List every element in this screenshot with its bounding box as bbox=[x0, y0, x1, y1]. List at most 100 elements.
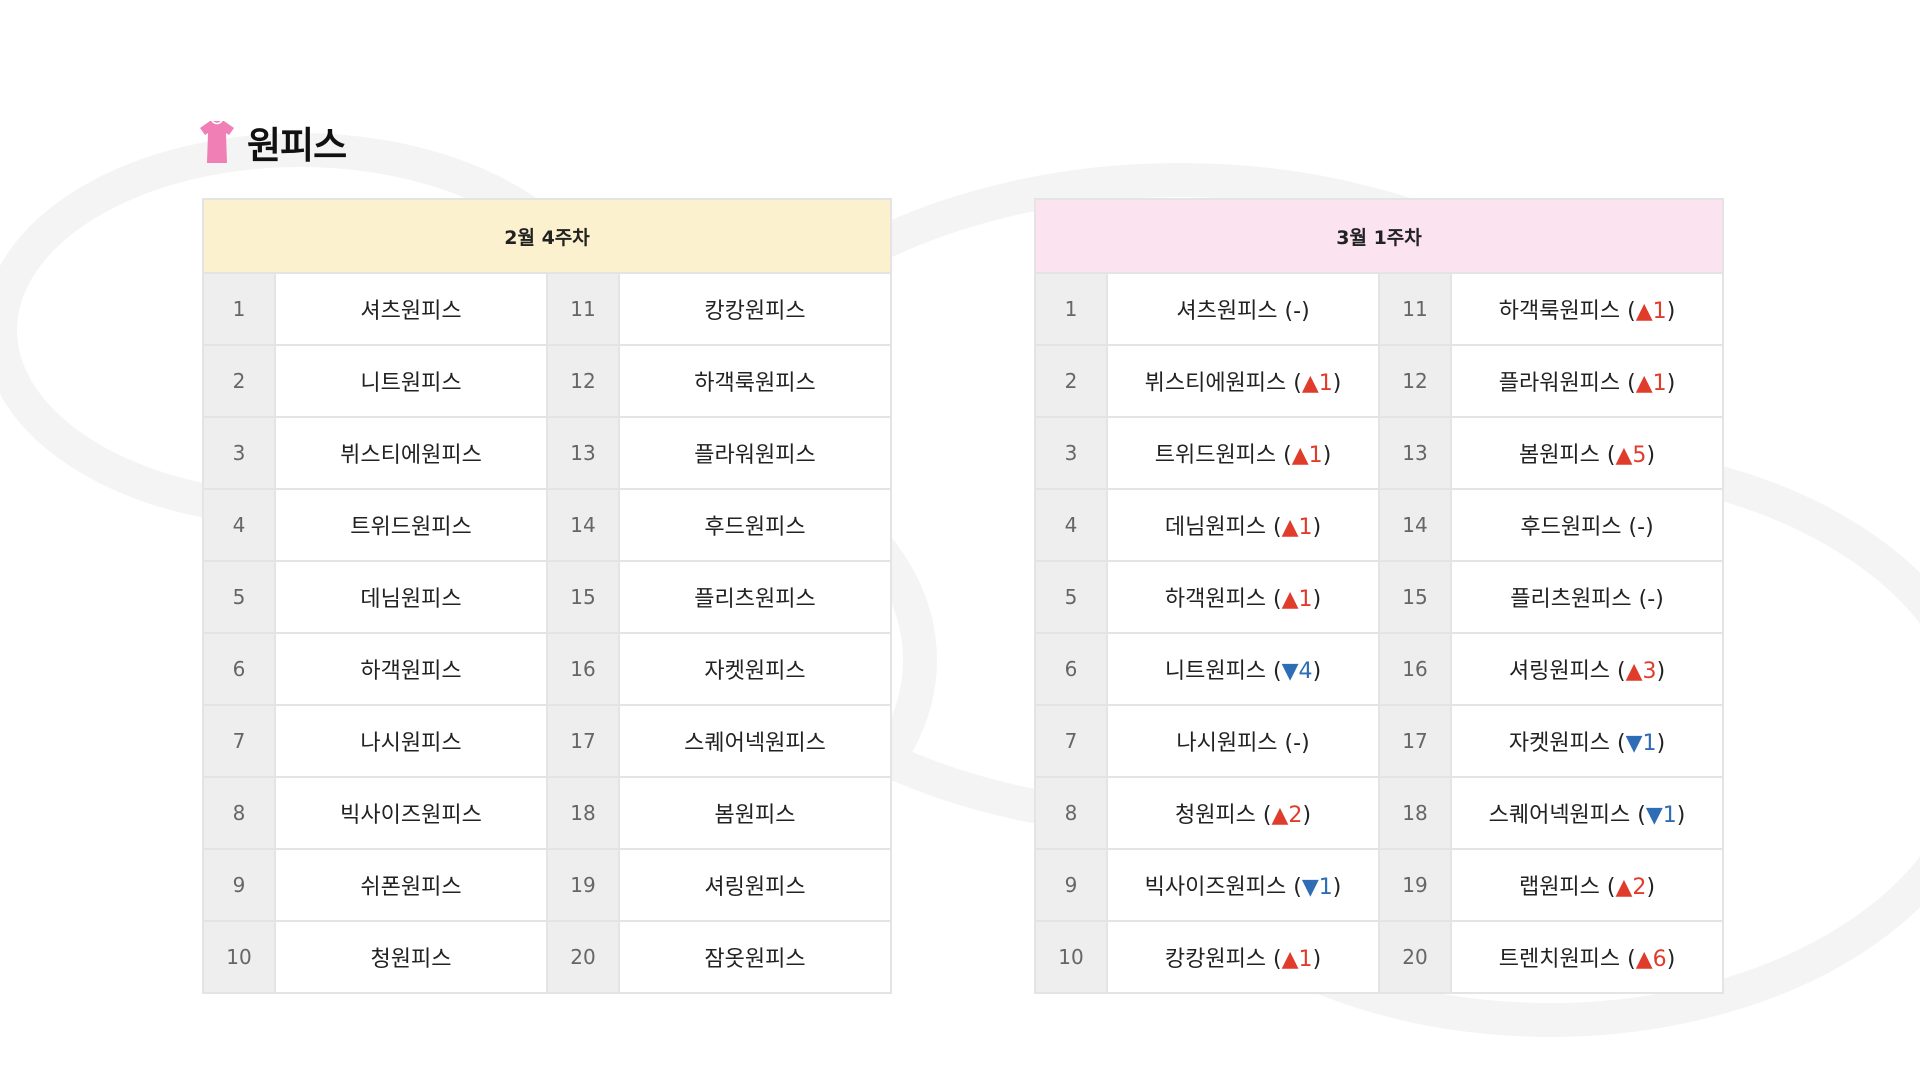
rank-number: 4 bbox=[1034, 488, 1108, 562]
rank-number: 18 bbox=[1378, 776, 1452, 850]
keyword-name: 플리츠원피스 bbox=[1510, 587, 1632, 612]
rank-change-up: ▲3 bbox=[1625, 659, 1657, 684]
rank-change-up: ▲1 bbox=[1281, 947, 1313, 972]
rank-number: 3 bbox=[1034, 416, 1108, 490]
rank-number: 1 bbox=[202, 272, 276, 346]
rank-number: 11 bbox=[1378, 272, 1452, 346]
keyword-name: 캉캉원피스 bbox=[1164, 947, 1267, 972]
keyword-cell: 셔츠원피스 (-) bbox=[1106, 272, 1380, 346]
rank-number: 12 bbox=[1378, 344, 1452, 418]
rank-change-none: (-) bbox=[1638, 587, 1664, 612]
rank-number: 7 bbox=[1034, 704, 1108, 778]
rank-number: 8 bbox=[202, 776, 276, 850]
keyword-cell: 셔링원피스 (▲3) bbox=[1450, 632, 1724, 706]
keyword-cell: 트렌치원피스 (▲6) bbox=[1450, 920, 1724, 994]
page-title: 원피스 bbox=[247, 124, 347, 167]
rank-number: 8 bbox=[1034, 776, 1108, 850]
keyword-name: 트위드원피스 bbox=[1154, 443, 1277, 468]
table-row: 6 하객원피스 16 자켓원피스 bbox=[202, 632, 892, 706]
keyword-name: 나시원피스 bbox=[274, 704, 548, 778]
rank-change-down: ▼4 bbox=[1281, 659, 1313, 684]
keyword-name: 셔츠원피스 bbox=[274, 272, 548, 346]
rank-number: 16 bbox=[1378, 632, 1452, 706]
rank-number: 16 bbox=[546, 632, 620, 706]
rank-number: 10 bbox=[202, 920, 276, 994]
keyword-cell: 빅사이즈원피스 (▼1) bbox=[1106, 848, 1380, 922]
dress-icon bbox=[200, 120, 234, 163]
rank-number: 11 bbox=[546, 272, 620, 346]
keyword-name: 플라워원피스 bbox=[1498, 371, 1621, 396]
rank-change-up: ▲1 bbox=[1635, 371, 1667, 396]
table-row: 1 셔츠원피스 11 캉캉원피스 bbox=[202, 272, 892, 346]
keyword-name: 캉캉원피스 bbox=[618, 272, 892, 346]
keyword-name: 하객룩원피스 bbox=[618, 344, 892, 418]
table-row: 10 캉캉원피스 (▲1) 20 트렌치원피스 (▲6) bbox=[1034, 920, 1724, 994]
keyword-name: 셔링원피스 bbox=[1508, 659, 1611, 684]
keyword-cell: 플라워원피스 (▲1) bbox=[1450, 344, 1724, 418]
keyword-name: 데님원피스 bbox=[274, 560, 548, 634]
rank-change-up: ▲5 bbox=[1615, 443, 1647, 468]
rank-change-down: ▼1 bbox=[1301, 875, 1333, 900]
rank-number: 13 bbox=[1378, 416, 1452, 490]
rank-number: 20 bbox=[546, 920, 620, 994]
keyword-name: 청원피스 bbox=[274, 920, 548, 994]
ranking-table-body: 1 셔츠원피스 (-) 11 하객룩원피스 (▲1) 2 뷔스티에원피스 (▲1) 12 플라… bbox=[1034, 272, 1724, 994]
table-row: 7 나시원피스 17 스퀘어넥원피스 bbox=[202, 704, 892, 778]
rank-number: 6 bbox=[202, 632, 276, 706]
keyword-name: 트위드원피스 bbox=[274, 488, 548, 562]
keyword-name: 트렌치원피스 bbox=[1498, 947, 1621, 972]
keyword-name: 뷔스티에원피스 bbox=[274, 416, 548, 490]
rank-number: 7 bbox=[202, 704, 276, 778]
rank-change-up: ▲1 bbox=[1635, 299, 1667, 324]
keyword-name: 하객룩원피스 bbox=[1498, 299, 1621, 324]
keyword-cell: 나시원피스 (-) bbox=[1106, 704, 1380, 778]
keyword-name: 랩원피스 bbox=[1518, 875, 1600, 900]
keyword-name: 빅사이즈원피스 bbox=[274, 776, 548, 850]
keyword-name: 후드원피스 bbox=[1520, 515, 1622, 540]
keyword-cell: 청원피스 (▲2) bbox=[1106, 776, 1380, 850]
table-row: 10 청원피스 20 잠옷원피스 bbox=[202, 920, 892, 994]
table-row: 6 니트원피스 (▼4) 16 셔링원피스 (▲3) bbox=[1034, 632, 1724, 706]
keyword-cell: 뷔스티에원피스 (▲1) bbox=[1106, 344, 1380, 418]
table-row: 5 데님원피스 15 플리츠원피스 bbox=[202, 560, 892, 634]
keyword-name: 자켓원피스 bbox=[618, 632, 892, 706]
rank-change-down: ▼1 bbox=[1645, 803, 1677, 828]
rank-number: 10 bbox=[1034, 920, 1108, 994]
rank-number: 17 bbox=[546, 704, 620, 778]
keyword-cell: 스퀘어넥원피스 (▼1) bbox=[1450, 776, 1724, 850]
ranking-table-week-prev: 2월 4주차 1 셔츠원피스 11 캉캉원피스 2 니트원피스 12 하객룩원피스 3 뷔스티에원… bbox=[202, 198, 892, 994]
keyword-name: 셔츠원피스 bbox=[1176, 299, 1278, 324]
keyword-name: 자켓원피스 bbox=[1508, 731, 1611, 756]
keyword-name: 잠옷원피스 bbox=[618, 920, 892, 994]
keyword-name: 봄원피스 bbox=[1518, 443, 1600, 468]
rank-number: 14 bbox=[546, 488, 620, 562]
ranking-table-week-current: 3월 1주차 1 셔츠원피스 (-) 11 하객룩원피스 (▲1) 2 뷔스티에원피스 (… bbox=[1034, 198, 1724, 994]
table-row: 8 청원피스 (▲2) 18 스퀘어넥원피스 (▼1) bbox=[1034, 776, 1724, 850]
page-title-row: 원피스 bbox=[199, 117, 347, 167]
rank-number: 17 bbox=[1378, 704, 1452, 778]
ranking-table-body: 1 셔츠원피스 11 캉캉원피스 2 니트원피스 12 하객룩원피스 3 뷔스티에원피스 13 플라워… bbox=[202, 272, 892, 994]
table-row: 3 뷔스티에원피스 13 플라워원피스 bbox=[202, 416, 892, 490]
rank-change-up: ▲1 bbox=[1281, 515, 1313, 540]
rank-change-none: (-) bbox=[1284, 731, 1310, 756]
keyword-cell: 트위드원피스 (▲1) bbox=[1106, 416, 1380, 490]
keyword-name: 니트원피스 bbox=[1164, 659, 1267, 684]
keyword-cell: 후드원피스 (-) bbox=[1450, 488, 1724, 562]
keyword-name: 봄원피스 bbox=[618, 776, 892, 850]
rank-change-none: (-) bbox=[1284, 299, 1310, 324]
rank-number: 18 bbox=[546, 776, 620, 850]
rank-number: 19 bbox=[546, 848, 620, 922]
table-row: 9 쉬폰원피스 19 셔링원피스 bbox=[202, 848, 892, 922]
keyword-name: 셔링원피스 bbox=[618, 848, 892, 922]
rank-number: 20 bbox=[1378, 920, 1452, 994]
table-header: 3월 1주차 bbox=[1034, 198, 1724, 274]
keyword-name: 쉬폰원피스 bbox=[274, 848, 548, 922]
keyword-cell: 랩원피스 (▲2) bbox=[1450, 848, 1724, 922]
rank-change-up: ▲1 bbox=[1291, 443, 1323, 468]
keyword-name: 데님원피스 bbox=[1164, 515, 1267, 540]
rank-number: 19 bbox=[1378, 848, 1452, 922]
rank-number: 12 bbox=[546, 344, 620, 418]
keyword-cell: 자켓원피스 (▼1) bbox=[1450, 704, 1724, 778]
keyword-name: 나시원피스 bbox=[1176, 731, 1278, 756]
table-row: 1 셔츠원피스 (-) 11 하객룩원피스 (▲1) bbox=[1034, 272, 1724, 346]
